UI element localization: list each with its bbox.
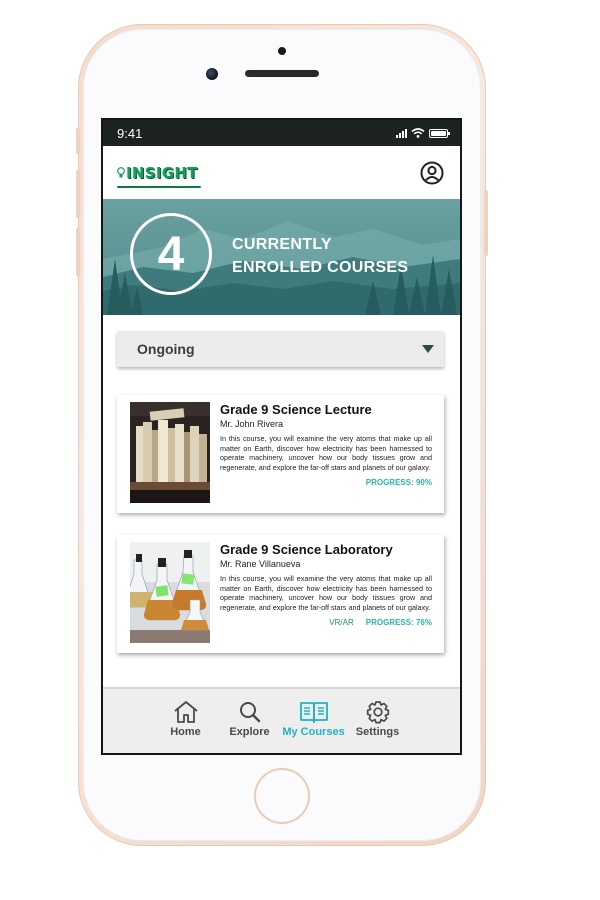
course-footer: VR/AR PROGRESS: 76% — [220, 618, 432, 627]
hero-title-line1: CURRENTLY — [232, 236, 332, 253]
user-circle-icon[interactable] — [420, 161, 444, 185]
home-icon — [173, 701, 198, 723]
earpiece-speaker — [245, 70, 319, 77]
course-thumbnail-flasks — [130, 542, 210, 643]
enrolled-courses-banner: 4 CURRENTLY ENROLLED COURSES — [103, 199, 460, 315]
power-button — [484, 190, 488, 256]
course-card[interactable]: Grade 9 Science Lecture Mr. John Rivera … — [117, 395, 444, 513]
course-title: Grade 9 Science Laboratory — [220, 542, 393, 557]
course-description: In this course, you will examine the ver… — [220, 574, 432, 612]
course-card[interactable]: Grade 9 Science Laboratory Mr. Rane Vill… — [117, 535, 444, 653]
course-thumbnail-books — [130, 402, 210, 503]
proximity-sensor — [278, 47, 286, 55]
course-teacher: Mr. John Rivera — [220, 419, 284, 429]
insight-logo[interactable]: INSIGHT — [117, 161, 201, 188]
course-details: Grade 9 Science Laboratory Mr. Rane Vill… — [210, 542, 432, 646]
course-footer: PROGRESS: 90% — [220, 478, 432, 487]
nav-explore[interactable]: Explore — [227, 700, 273, 753]
logo-text: INSIGHT — [126, 163, 198, 182]
course-progress: PROGRESS: 90% — [365, 478, 432, 488]
app-screen: 9:41 INSIGHT 4 CURRENTLY ENROLLED COURSE… — [101, 118, 462, 755]
battery-icon — [429, 128, 450, 138]
enrolled-count: 4 — [157, 227, 185, 281]
volume-down-button — [76, 228, 80, 276]
home-hardware-button[interactable] — [254, 768, 310, 824]
nav-settings-label: Settings — [355, 726, 400, 738]
bottom-navigation: Home Explore My Courses Settings — [103, 687, 460, 753]
dropdown-selected-value: Ongoing — [137, 341, 195, 357]
search-icon — [239, 702, 260, 723]
enrolled-count-badge: 4 — [130, 213, 212, 295]
hero-title-line2: ENROLLED COURSES — [232, 259, 409, 276]
front-camera — [206, 68, 218, 80]
lightbulb-icon — [117, 166, 125, 177]
wifi-icon — [411, 128, 425, 138]
open-book-icon — [299, 702, 328, 723]
nav-my-courses[interactable]: My Courses — [282, 700, 345, 753]
courses-content: Ongoing Grade 9 Science Lecture Mr. John… — [103, 315, 460, 653]
gear-icon — [366, 701, 389, 724]
course-status-dropdown[interactable]: Ongoing — [117, 331, 444, 367]
status-time: 9:41 — [117, 125, 143, 141]
course-teacher: Mr. Rane Villanueva — [220, 559, 301, 569]
cellular-signal-icon — [396, 128, 407, 138]
course-description: In this course, you will examine the ver… — [220, 434, 432, 472]
nav-explore-label: Explore — [229, 726, 270, 738]
app-header: INSIGHT — [103, 146, 460, 199]
volume-up-button — [76, 170, 80, 218]
course-progress: PROGRESS: 76% — [365, 618, 432, 628]
enrolled-courses-heading: CURRENTLY ENROLLED COURSES — [232, 233, 408, 279]
nav-home-label: Home — [170, 726, 201, 738]
nav-my-courses-label: My Courses — [282, 726, 345, 738]
status-icons — [396, 128, 450, 138]
nav-home[interactable]: Home — [163, 700, 209, 753]
status-bar: 9:41 — [103, 120, 460, 146]
nav-settings[interactable]: Settings — [355, 700, 401, 753]
course-details: Grade 9 Science Lecture Mr. John Rivera … — [210, 402, 432, 506]
logo-underline — [117, 185, 201, 188]
course-title: Grade 9 Science Lecture — [220, 402, 372, 417]
vr-ar-badge: VR/AR — [329, 618, 354, 628]
caret-down-icon — [422, 345, 434, 353]
mute-switch — [76, 128, 80, 154]
